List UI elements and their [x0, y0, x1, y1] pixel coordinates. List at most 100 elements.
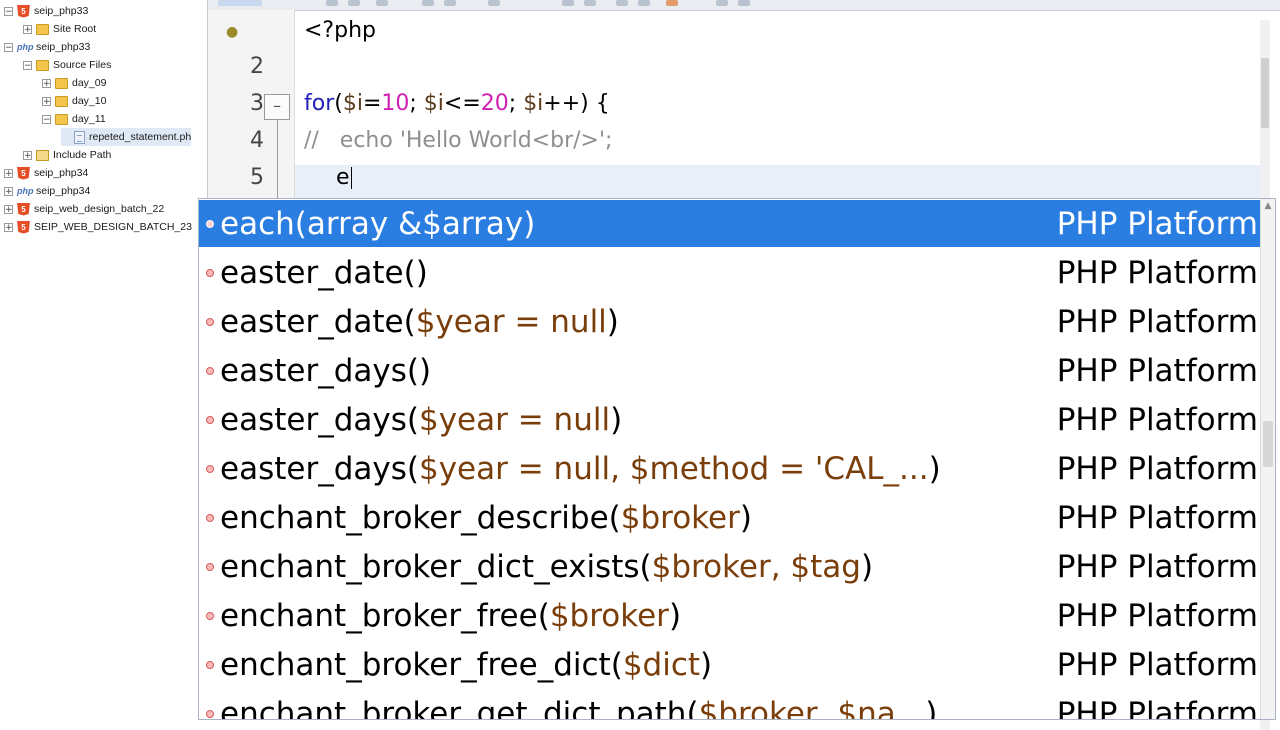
php-project-icon: php: [17, 41, 34, 52]
completion-item[interactable]: easter_date($year = null) PHP Platform: [199, 298, 1262, 345]
open-paren: (: [406, 450, 419, 487]
tree-item[interactable]: +5 seip_php34: [4, 164, 88, 182]
expand-toggle-icon[interactable]: +: [4, 204, 13, 214]
toolbar-button[interactable]: [738, 0, 750, 6]
completion-scrollbar[interactable]: ▲: [1260, 199, 1275, 719]
collapse-toggle-icon[interactable]: −: [23, 60, 32, 70]
folder-icon: [36, 23, 49, 35]
function-parameters: $broker: [549, 597, 669, 634]
code-token: ;: [409, 91, 424, 116]
tree-item[interactable]: +5 SEIP_WEB_DESIGN_BATCH_23: [4, 218, 192, 236]
function-name: each: [220, 205, 295, 242]
completion-item[interactable]: enchant_broker_describe($broker) PHP Plat…: [199, 494, 1262, 541]
completion-item[interactable]: each(array &$array) PHP Platform: [199, 200, 1262, 247]
scroll-up-arrow-icon[interactable]: ▲: [1263, 201, 1273, 211]
tree-item[interactable]: + php seip_php34: [4, 182, 90, 200]
completion-signature: enchant_broker_free($broker): [220, 598, 681, 634]
toolbar-button[interactable]: [326, 0, 338, 6]
function-name: easter_days: [220, 450, 407, 487]
tree-item[interactable]: − Source Files: [23, 56, 111, 74]
completion-item[interactable]: enchant_broker_dict_exists($broker, $tag…: [199, 543, 1262, 590]
open-paren: (: [406, 352, 419, 389]
tree-item[interactable]: repeted_statement.ph: [61, 128, 192, 146]
close-paren: ): [860, 548, 874, 585]
html5-icon: 5: [17, 220, 30, 234]
toolbar-button[interactable]: [422, 0, 434, 6]
method-bullet-icon: [206, 562, 214, 571]
scrollbar-thumb[interactable]: [1263, 421, 1273, 467]
completion-source: PHP Platform: [1056, 695, 1258, 720]
completion-signature: enchant_broker_get_dict_path($broker, $n…: [220, 696, 937, 720]
toolbar-button[interactable]: [444, 0, 456, 6]
toolbar-button[interactable]: [716, 0, 728, 6]
code-fold-toggle[interactable]: –: [264, 94, 290, 120]
completion-item[interactable]: easter_days($year = null, $method = 'CAL…: [199, 445, 1262, 492]
completion-item[interactable]: easter_days() PHP Platform: [199, 347, 1262, 394]
toolbar-button[interactable]: [666, 0, 678, 6]
function-name: easter_days: [220, 401, 407, 438]
completion-signature: each(array &$array): [220, 206, 535, 242]
expand-toggle-icon[interactable]: +: [4, 168, 13, 178]
collapse-toggle-icon[interactable]: −: [42, 114, 51, 124]
open-paren: (: [537, 597, 550, 634]
typed-text: e: [336, 165, 350, 190]
text-caret: [350, 167, 352, 189]
code-line-4-comment: // echo 'Hello World<br/>';: [304, 128, 613, 153]
toolbar-button[interactable]: [348, 0, 360, 6]
tree-item[interactable]: + Include Path: [23, 146, 111, 164]
function-parameters: $year = null: [415, 303, 607, 340]
code-token: <=: [443, 91, 481, 116]
tree-item[interactable]: +5 seip_web_design_batch_22: [4, 200, 164, 218]
tree-item[interactable]: + day_10: [42, 92, 106, 110]
completion-item[interactable]: easter_days($year = null) PHP Platform: [199, 396, 1262, 443]
tree-item[interactable]: − php seip_php33: [4, 38, 90, 56]
line-number: 2: [250, 54, 264, 79]
tree-item[interactable]: − day_11: [42, 110, 106, 128]
function-name: easter_days: [220, 352, 407, 389]
expand-toggle-icon[interactable]: +: [4, 222, 13, 232]
scrollbar-thumb[interactable]: [1261, 58, 1269, 128]
expand-toggle-icon[interactable]: +: [23, 150, 32, 160]
completion-source: PHP Platform: [1056, 401, 1258, 438]
expand-toggle-icon[interactable]: +: [42, 78, 51, 88]
current-line-highlight: [295, 165, 1265, 202]
tree-item-label: Include Path: [53, 149, 112, 161]
expand-toggle-icon[interactable]: +: [42, 96, 51, 106]
html5-icon: 5: [17, 202, 30, 216]
toolbar-button[interactable]: [488, 0, 500, 6]
close-paren: ): [610, 401, 623, 438]
open-paren: (: [608, 499, 621, 536]
toolbar-button[interactable]: [638, 0, 650, 6]
library-icon: [36, 149, 49, 161]
completion-item[interactable]: enchant_broker_free($broker) PHP Platform: [199, 592, 1262, 639]
code-line-3: for($i=10; $i<=20; $i++) {: [304, 91, 610, 116]
fold-guide-line: [277, 120, 278, 210]
close-paren: ): [700, 646, 713, 683]
tree-item[interactable]: + Site Root: [23, 20, 96, 38]
completion-item[interactable]: enchant_broker_get_dict_path($broker, $n…: [199, 690, 1262, 720]
tree-item[interactable]: + day_09: [42, 74, 106, 92]
html5-icon: 5: [17, 4, 30, 18]
completion-signature: enchant_broker_dict_exists($broker, $tag…: [220, 549, 873, 585]
open-paren: (: [639, 548, 652, 585]
code-completion-popup[interactable]: each(array &$array) PHP Platform easter_da…: [198, 198, 1276, 720]
expand-toggle-icon[interactable]: +: [23, 24, 32, 34]
toolbar-button[interactable]: [584, 0, 596, 6]
lightbulb-hint-icon[interactable]: ●: [226, 24, 238, 40]
expand-toggle-icon[interactable]: +: [4, 186, 13, 196]
collapse-toggle-icon[interactable]: −: [4, 6, 13, 16]
completion-item[interactable]: easter_date() PHP Platform: [199, 249, 1262, 296]
toolbar-button[interactable]: [376, 0, 388, 6]
open-paren: (: [403, 303, 416, 340]
function-parameters: $year = null, $method = 'CAL_...: [418, 450, 929, 487]
completion-item[interactable]: enchant_broker_free_dict($dict) PHP Platf…: [199, 641, 1262, 688]
toolbar-button[interactable]: [562, 0, 574, 6]
close-paren: ): [415, 254, 428, 291]
tree-item[interactable]: −5 seip_php33: [4, 2, 88, 20]
toolbar-button[interactable]: [616, 0, 628, 6]
keyword-for: for: [304, 91, 335, 116]
tree-item-label: seip_php34: [36, 185, 91, 197]
collapse-toggle-icon[interactable]: −: [4, 42, 13, 52]
toolbar-source-tab[interactable]: [218, 0, 262, 6]
function-name: enchant_broker_free_dict: [220, 646, 611, 683]
